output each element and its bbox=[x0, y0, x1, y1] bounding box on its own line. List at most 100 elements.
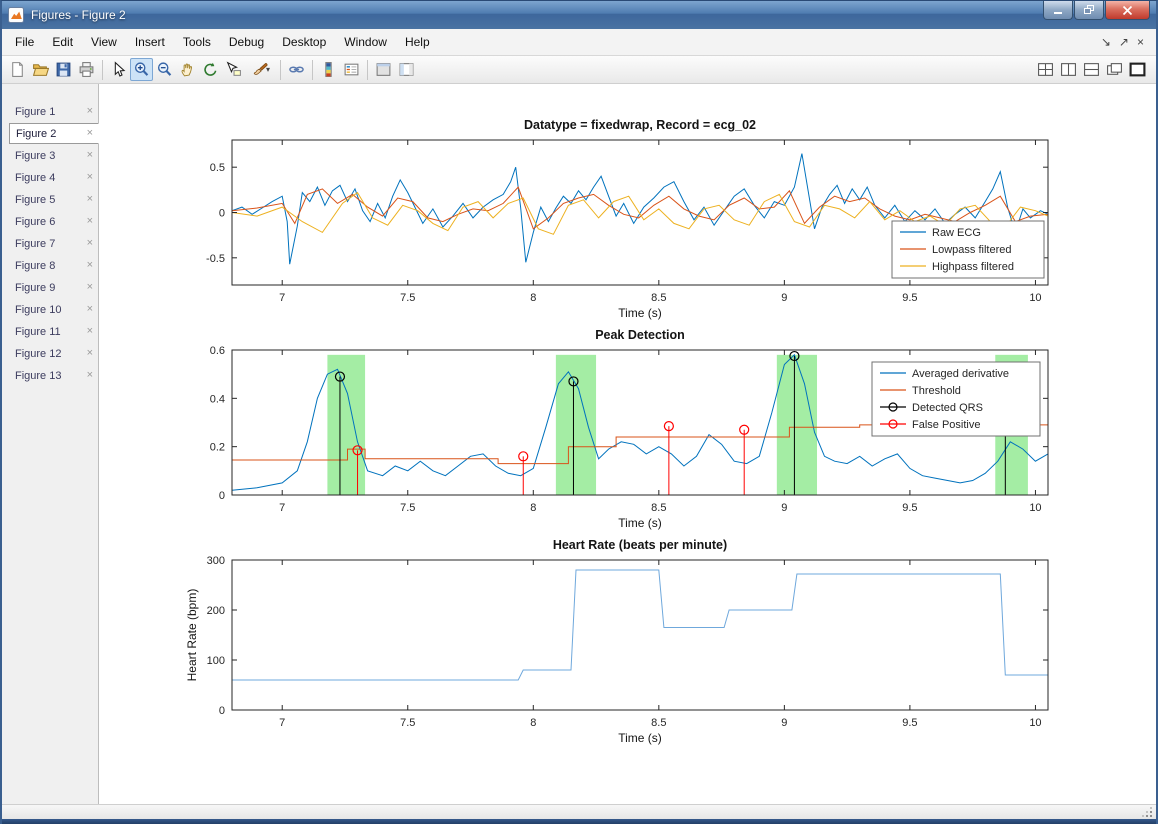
dropdown-caret-icon[interactable]: ▾ bbox=[266, 65, 270, 74]
figure-tab-figure-10[interactable]: Figure 10 × bbox=[9, 299, 98, 320]
zoom-in-button[interactable] bbox=[130, 58, 153, 81]
figure-tab-label: Figure 3 bbox=[15, 149, 56, 162]
brush-button[interactable]: ▾ bbox=[245, 58, 276, 81]
insert-colorbar-button[interactable] bbox=[317, 58, 340, 81]
svg-text:Lowpass filtered: Lowpass filtered bbox=[932, 244, 1012, 256]
insert-legend-button[interactable] bbox=[340, 58, 363, 81]
toolbar-separator bbox=[312, 59, 313, 80]
svg-text:8: 8 bbox=[530, 502, 536, 514]
figure-tab-figure-7[interactable]: Figure 7 × bbox=[9, 233, 98, 254]
svg-text:8: 8 bbox=[530, 292, 536, 304]
svg-text:Averaged derivative: Averaged derivative bbox=[912, 368, 1009, 380]
layout-split-horizontal-button[interactable] bbox=[1080, 58, 1103, 81]
figure-tabs-sidebar: Figure 1 × Figure 2 × Figure 3 × Figure 4 × Figu… bbox=[2, 84, 99, 804]
pan-button[interactable] bbox=[176, 58, 199, 81]
chart-1[interactable]: 7 7.5 8 8.5 9 9.5 10 -0.5 0 0.5 Datatype = fixedwr… bbox=[206, 118, 1049, 320]
tab-close-icon[interactable]: × bbox=[83, 128, 93, 139]
tab-close-icon[interactable]: × bbox=[83, 150, 93, 161]
svg-text:-0.5: -0.5 bbox=[206, 253, 225, 265]
layout-single-button[interactable] bbox=[1126, 58, 1149, 81]
figure-tab-label: Figure 8 bbox=[15, 259, 56, 272]
menu-edit[interactable]: Edit bbox=[43, 31, 82, 53]
svg-text:7: 7 bbox=[279, 502, 285, 514]
tab-close-icon[interactable]: × bbox=[83, 216, 93, 227]
tab-close-icon[interactable]: × bbox=[83, 238, 93, 249]
tab-close-icon[interactable]: × bbox=[83, 282, 93, 293]
svg-text:8: 8 bbox=[530, 717, 536, 729]
y-axis-label: Heart Rate (bpm) bbox=[185, 589, 199, 682]
zoom-out-button[interactable] bbox=[153, 58, 176, 81]
matlab-figure-icon bbox=[8, 7, 25, 23]
figure-tab-label: Figure 13 bbox=[15, 369, 62, 382]
layout-cascade-button[interactable] bbox=[1103, 58, 1126, 81]
tab-close-icon[interactable]: × bbox=[83, 348, 93, 359]
hide-plot-tools-button[interactable] bbox=[372, 58, 395, 81]
tab-close-icon[interactable]: × bbox=[83, 260, 93, 271]
edit-plot-button[interactable] bbox=[107, 58, 130, 81]
figure-tab-figure-2[interactable]: Figure 2 × bbox=[9, 123, 99, 144]
svg-text:False Positive: False Positive bbox=[912, 419, 980, 431]
layout-grid-button[interactable] bbox=[1034, 58, 1057, 81]
figures-window: Figures - Figure 2 File Edit View Insert Too… bbox=[0, 0, 1158, 824]
menu-insert[interactable]: Insert bbox=[126, 31, 174, 53]
figure-canvas[interactable]: 7 7.5 8 8.5 9 9.5 10 -0.5 0 0.5 Datatype = fixedwr… bbox=[99, 84, 1156, 804]
open-file-button[interactable] bbox=[29, 58, 52, 81]
window-bottom-border bbox=[2, 819, 1156, 824]
save-figure-button[interactable] bbox=[52, 58, 75, 81]
svg-text:0.5: 0.5 bbox=[210, 162, 225, 174]
figure-tab-figure-8[interactable]: Figure 8 × bbox=[9, 255, 98, 276]
figure-tab-figure-1[interactable]: Figure 1 × bbox=[9, 101, 98, 122]
menu-window[interactable]: Window bbox=[335, 31, 396, 53]
figure-tab-figure-5[interactable]: Figure 5 × bbox=[9, 189, 98, 210]
close-figure-icon[interactable]: × bbox=[1137, 35, 1144, 49]
menu-debug[interactable]: Debug bbox=[220, 31, 273, 53]
figure-tab-label: Figure 4 bbox=[15, 171, 56, 184]
menu-tools[interactable]: Tools bbox=[174, 31, 220, 53]
layout-split-vertical-button[interactable] bbox=[1057, 58, 1080, 81]
tab-close-icon[interactable]: × bbox=[83, 194, 93, 205]
print-figure-button[interactable] bbox=[75, 58, 98, 81]
titlebar[interactable]: Figures - Figure 2 bbox=[2, 1, 1156, 29]
legend[interactable]: Averaged derivative Threshold Detected QRS… bbox=[871, 361, 1041, 437]
figure-tab-figure-9[interactable]: Figure 9 × bbox=[9, 277, 98, 298]
legend[interactable]: Raw ECG Lowpass filtered Highpass filtered bbox=[891, 220, 1045, 279]
link-plot-button[interactable] bbox=[285, 58, 308, 81]
svg-text:Threshold: Threshold bbox=[912, 385, 961, 397]
menu-view[interactable]: View bbox=[82, 31, 126, 53]
dock-figure-icon[interactable]: ↘ bbox=[1101, 35, 1111, 49]
restore-button[interactable] bbox=[1074, 1, 1104, 20]
tab-close-icon[interactable]: × bbox=[83, 106, 93, 117]
figure-tab-figure-13[interactable]: Figure 13 × bbox=[9, 365, 98, 386]
chart-title: Heart Rate (beats per minute) bbox=[553, 538, 727, 552]
figure-tab-figure-12[interactable]: Figure 12 × bbox=[9, 343, 98, 364]
tab-close-icon[interactable]: × bbox=[83, 370, 93, 381]
show-plot-tools-button[interactable] bbox=[395, 58, 418, 81]
tab-close-icon[interactable]: × bbox=[83, 326, 93, 337]
figure-tab-figure-3[interactable]: Figure 3 × bbox=[9, 145, 98, 166]
figure-plot-svg[interactable]: 7 7.5 8 8.5 9 9.5 10 -0.5 0 0.5 Datatype = fixedwr… bbox=[99, 84, 1156, 804]
figure-tab-label: Figure 12 bbox=[15, 347, 62, 360]
rotate-3d-button[interactable] bbox=[199, 58, 222, 81]
data-cursor-button[interactable] bbox=[222, 58, 245, 81]
figure-tab-figure-6[interactable]: Figure 6 × bbox=[9, 211, 98, 232]
main-area: Figure 1 × Figure 2 × Figure 3 × Figure 4 × Figu… bbox=[2, 84, 1156, 804]
window-title: Figures - Figure 2 bbox=[31, 8, 126, 22]
minimize-button[interactable] bbox=[1043, 1, 1073, 20]
undock-figure-icon[interactable]: ↗ bbox=[1119, 35, 1129, 49]
figure-tab-figure-4[interactable]: Figure 4 × bbox=[9, 167, 98, 188]
resize-grip[interactable] bbox=[1142, 807, 1152, 817]
tab-close-icon[interactable]: × bbox=[83, 172, 93, 183]
svg-text:9.5: 9.5 bbox=[902, 292, 917, 304]
figure-tab-figure-11[interactable]: Figure 11 × bbox=[9, 321, 98, 342]
close-button[interactable] bbox=[1105, 1, 1150, 20]
svg-text:0: 0 bbox=[219, 490, 225, 502]
menu-items: File Edit View Insert Tools Debug Desktop Windo… bbox=[6, 31, 439, 53]
tab-close-icon[interactable]: × bbox=[83, 304, 93, 315]
menu-desktop[interactable]: Desktop bbox=[273, 31, 335, 53]
chart-3[interactable]: 7 7.5 8 8.5 9 9.5 100100200300Heart Rate (beat… bbox=[185, 538, 1049, 745]
menu-file[interactable]: File bbox=[6, 31, 43, 53]
menu-help[interactable]: Help bbox=[396, 31, 439, 53]
new-figure-button[interactable] bbox=[6, 58, 29, 81]
svg-text:Raw ECG: Raw ECG bbox=[932, 227, 981, 239]
chart-2[interactable]: 7 7.5 8 8.5 9 9.5 10 0 0.2 0.4 0.6 Peak Detection Ti… bbox=[210, 328, 1049, 530]
